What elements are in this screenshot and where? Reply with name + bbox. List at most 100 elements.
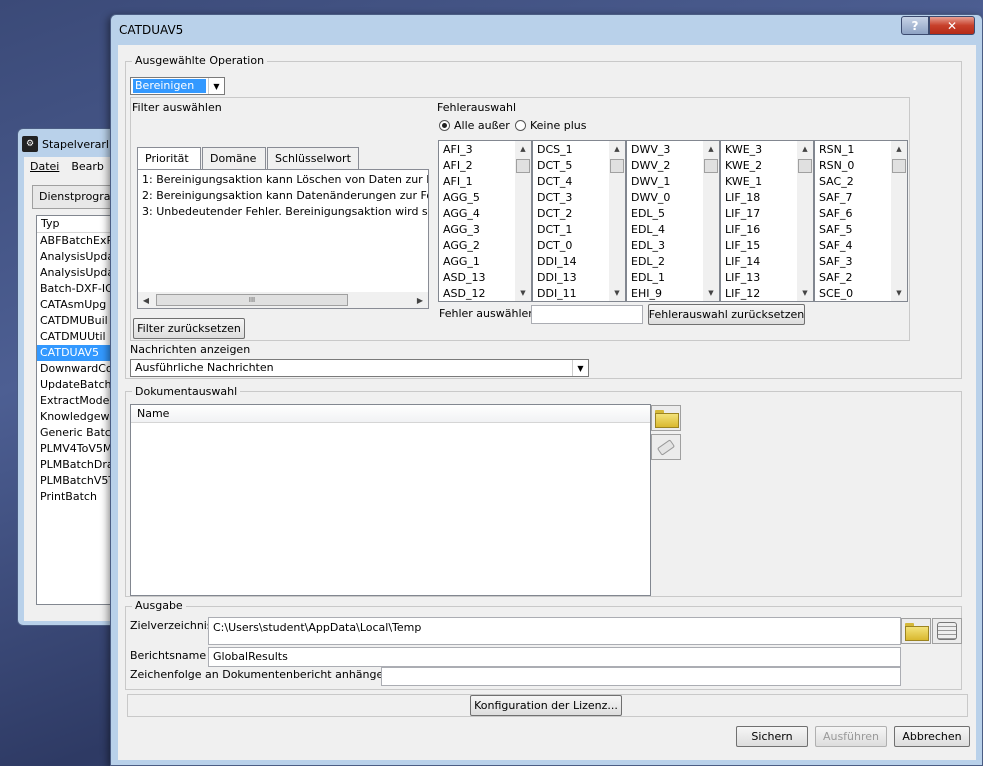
scroll-left-icon[interactable]: ◀	[138, 292, 154, 308]
error-code-item[interactable]: DDI_13	[533, 270, 581, 286]
help-button[interactable]: ?	[901, 16, 929, 35]
vertical-scrollbar[interactable]: ▲ ▼	[703, 141, 719, 301]
error-code-item[interactable]: LIF_15	[721, 238, 766, 254]
list-header-typ[interactable]: Typ	[37, 216, 121, 233]
error-code-item[interactable]: LIF_18	[721, 190, 766, 206]
radio-checked-icon[interactable]	[439, 120, 450, 131]
menu-bearbeiten[interactable]: Bearb	[71, 160, 104, 173]
filter-list-item[interactable]: 2: Bereinigungsaktion kann Datenänderung…	[138, 188, 428, 204]
error-code-item[interactable]: KWE_1	[721, 174, 766, 190]
list-item[interactable]: PLMV4ToV5M	[37, 441, 121, 457]
scrollbar-thumb[interactable]	[892, 159, 906, 173]
browse-report-button[interactable]	[932, 618, 962, 644]
list-item[interactable]: CATDMUBuil	[37, 313, 121, 329]
error-code-item[interactable]: SAF_3	[815, 254, 858, 270]
error-code-item[interactable]: AGG_4	[439, 206, 489, 222]
list-item[interactable]: CATDUAV5	[37, 345, 121, 361]
scroll-right-icon[interactable]: ▶	[412, 292, 428, 308]
append-string-input[interactable]	[381, 667, 901, 686]
open-folder-button[interactable]	[651, 405, 681, 431]
error-code-item[interactable]: LIF_17	[721, 206, 766, 222]
close-button[interactable]: ✕	[929, 16, 975, 35]
save-button[interactable]: Sichern	[736, 726, 808, 747]
error-code-item[interactable]: ASD_13	[439, 270, 489, 286]
error-code-item[interactable]: DCT_2	[533, 206, 581, 222]
tab-domaene[interactable]: Domäne	[202, 147, 266, 169]
error-code-item[interactable]: LIF_13	[721, 270, 766, 286]
report-name-input[interactable]: GlobalResults	[208, 647, 901, 667]
scrollbar-thumb[interactable]	[516, 159, 530, 173]
priority-filter-list[interactable]: 1: Bereinigungsaktion kann Löschen von D…	[137, 169, 429, 309]
error-code-item[interactable]: LIF_12	[721, 286, 766, 301]
list-item[interactable]: ExtractModel	[37, 393, 121, 409]
horizontal-scrollbar[interactable]: ◀ III ▶	[138, 292, 428, 308]
list-item[interactable]: Knowledgew	[37, 409, 121, 425]
error-code-item[interactable]: DCT_4	[533, 174, 581, 190]
list-item[interactable]: UpdateBatch	[37, 377, 121, 393]
error-code-item[interactable]: DWV_2	[627, 158, 674, 174]
list-item[interactable]: PLMBatchDra	[37, 457, 121, 473]
error-code-item[interactable]: DCS_1	[533, 142, 581, 158]
document-list[interactable]: Name	[130, 404, 651, 596]
background-window-titlebar[interactable]: ⚙ Stapelverarl	[22, 133, 118, 155]
list-item[interactable]: PrintBatch	[37, 489, 121, 505]
license-configuration-button[interactable]: Konfiguration der Lizenz...	[470, 695, 622, 716]
background-batch-window[interactable]: ⚙ Stapelverarl Datei Bearb Dienstprogra …	[17, 128, 122, 626]
error-code-item[interactable]: SAF_7	[815, 190, 858, 206]
scroll-up-icon[interactable]: ▲	[609, 141, 625, 157]
scroll-up-icon[interactable]: ▲	[891, 141, 907, 157]
scroll-down-icon[interactable]: ▼	[609, 285, 625, 301]
scrollbar-thumb[interactable]	[798, 159, 812, 173]
browse-folder-button[interactable]	[901, 618, 931, 644]
vertical-scrollbar[interactable]: ▲ ▼	[797, 141, 813, 301]
tab-dienstprogramme[interactable]: Dienstprogra	[32, 185, 122, 209]
error-code-item[interactable]: LIF_14	[721, 254, 766, 270]
error-code-item[interactable]: EHI_9	[627, 286, 674, 301]
reset-error-selection-button[interactable]: Fehlerauswahl zurücksetzen	[648, 304, 805, 325]
list-item[interactable]: Generic Batch	[37, 425, 121, 441]
messages-select[interactable]: Ausführliche Nachrichten ▼	[130, 359, 589, 377]
run-button[interactable]: Ausführen	[815, 726, 887, 747]
error-code-list[interactable]: AFI_3 AFI_2 AFI_1 AGG_5 AGG_4 AGG_3 AGG_2 AGG_1…	[438, 140, 532, 302]
scroll-down-icon[interactable]: ▼	[515, 285, 531, 301]
error-code-list[interactable]: DWV_3 DWV_2 DWV_1 DWV_0 EDL_5 EDL_4 EDL_3 EDL_2…	[626, 140, 720, 302]
scrollbar-thumb[interactable]: III	[156, 294, 348, 306]
scroll-up-icon[interactable]: ▲	[703, 141, 719, 157]
scroll-up-icon[interactable]: ▲	[515, 141, 531, 157]
error-code-list[interactable]: RSN_1 RSN_0 SAC_2 SAF_7 SAF_6 SAF_5 SAF_4 SAF_3…	[814, 140, 908, 302]
error-code-item[interactable]: EDL_2	[627, 254, 674, 270]
error-code-item[interactable]: AFI_3	[439, 142, 489, 158]
error-code-item[interactable]: DCT_3	[533, 190, 581, 206]
error-code-item[interactable]: DWV_0	[627, 190, 674, 206]
scroll-down-icon[interactable]: ▼	[703, 285, 719, 301]
list-item[interactable]: CATDMUUtil	[37, 329, 121, 345]
error-code-item[interactable]: ASD_12	[439, 286, 489, 301]
error-code-item[interactable]: EDL_1	[627, 270, 674, 286]
error-code-item[interactable]: AGG_1	[439, 254, 489, 270]
vertical-scrollbar[interactable]: ▲ ▼	[515, 141, 531, 301]
select-error-input[interactable]	[531, 305, 643, 324]
scroll-up-icon[interactable]: ▲	[797, 141, 813, 157]
error-code-item[interactable]: DDI_14	[533, 254, 581, 270]
scroll-down-icon[interactable]: ▼	[891, 285, 907, 301]
error-code-item[interactable]: DCT_1	[533, 222, 581, 238]
target-directory-input[interactable]: C:\Users\student\AppData\Local\Temp	[208, 617, 901, 645]
error-code-item[interactable]: SAF_4	[815, 238, 858, 254]
chevron-down-icon[interactable]: ▼	[572, 360, 588, 376]
error-code-item[interactable]: KWE_3	[721, 142, 766, 158]
scrollbar-thumb[interactable]	[704, 159, 718, 173]
error-code-item[interactable]: AFI_1	[439, 174, 489, 190]
cancel-button[interactable]: Abbrechen	[894, 726, 970, 747]
error-code-item[interactable]: KWE_2	[721, 158, 766, 174]
reset-filter-button[interactable]: Filter zurücksetzen	[133, 318, 245, 339]
error-code-list[interactable]: KWE_3 KWE_2 KWE_1 LIF_18 LIF_17 LIF_16 LIF_15 L…	[720, 140, 814, 302]
list-item[interactable]: ABFBatchExR	[37, 233, 121, 249]
error-code-item[interactable]: DWV_1	[627, 174, 674, 190]
menu-datei[interactable]: Datei	[30, 160, 59, 173]
error-code-item[interactable]: AGG_3	[439, 222, 489, 238]
error-code-item[interactable]: EDL_5	[627, 206, 674, 222]
error-code-item[interactable]: DDI_11	[533, 286, 581, 301]
error-code-item[interactable]: DCT_5	[533, 158, 581, 174]
error-code-item[interactable]: SAF_2	[815, 270, 858, 286]
operation-select[interactable]: Bereinigen ▼	[130, 77, 225, 95]
